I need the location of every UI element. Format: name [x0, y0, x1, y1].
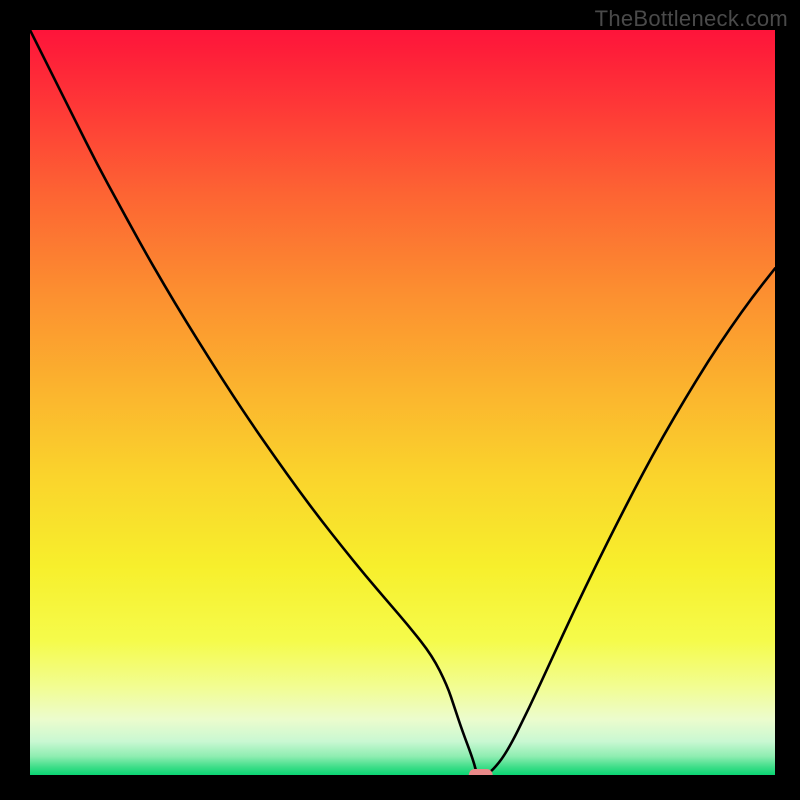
optimal-point-marker	[469, 769, 493, 775]
chart-frame: TheBottleneck.com	[0, 0, 800, 800]
plot-area	[30, 30, 775, 775]
bottleneck-chart	[30, 30, 775, 775]
gradient-background	[30, 30, 775, 775]
watermark-text: TheBottleneck.com	[595, 6, 788, 32]
